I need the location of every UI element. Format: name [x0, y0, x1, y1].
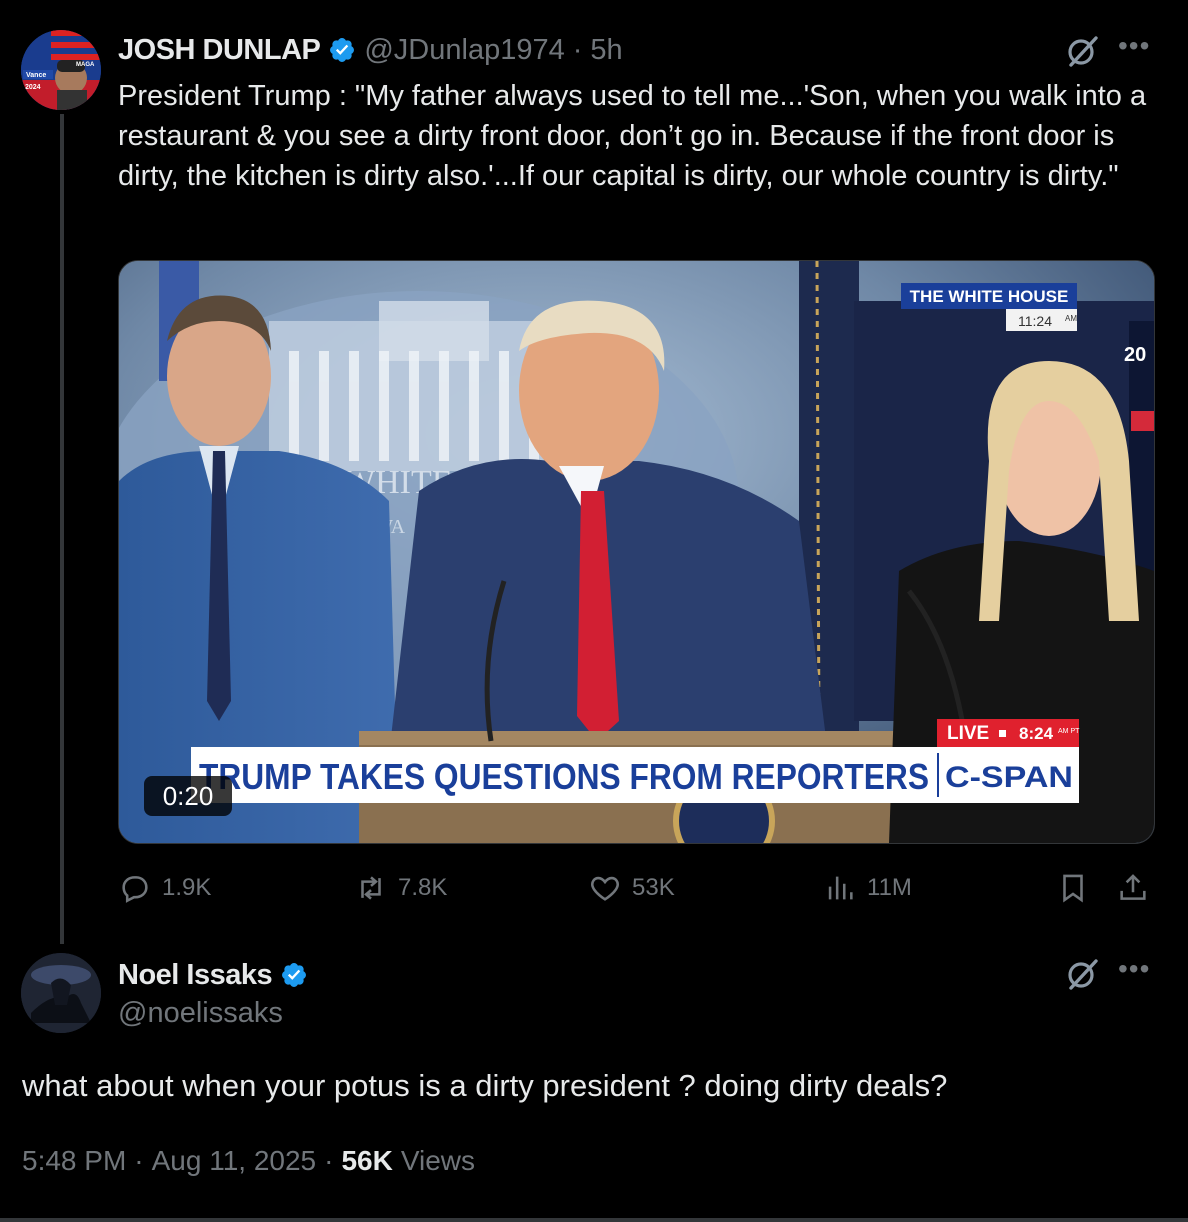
repost-button[interactable]: 7.8K — [354, 868, 447, 908]
avatar-text-vance: Vance — [26, 72, 46, 79]
avatar-image: Vance 2024 MAGA — [21, 30, 101, 110]
live-ampm: AM PT — [1058, 728, 1080, 735]
reply-meta: 5:48 PM · Aug 11, 2025 · 56K Views — [22, 1145, 475, 1177]
bookmark-button[interactable] — [1056, 868, 1090, 908]
reply-avatar[interactable] — [21, 953, 101, 1033]
views-button[interactable]: 11M — [823, 868, 912, 908]
video-duration: 0:20 — [144, 776, 232, 816]
verified-badge-icon[interactable] — [328, 36, 356, 64]
reply-count: 1.9K — [162, 874, 212, 901]
avatar-text-maga: MAGA — [76, 62, 95, 68]
video-frame: THE WHITE WA 20 THE WHI — [119, 261, 1154, 843]
verified-badge-icon[interactable] — [280, 961, 308, 989]
reply-icon — [122, 876, 148, 903]
divider — [0, 1218, 1188, 1222]
reply-button[interactable]: 1.9K — [118, 868, 211, 908]
lower-third-headline: TRUMP TAKES QUESTIONS FROM REPORTERS — [199, 756, 929, 797]
grok-icon[interactable] — [1063, 955, 1101, 993]
author-name[interactable]: JOSH DUNLAP — [118, 34, 321, 67]
avatar-text-2024: 2024 — [25, 84, 41, 91]
tweet-actions: 1.9K 7.8K 53K 11M — [118, 868, 1158, 908]
location-bug: THE WHITE HOUSE — [910, 287, 1069, 306]
network-logo: C-SPAN — [945, 761, 1073, 794]
live-time: 8:24 — [1019, 724, 1054, 743]
reply-header: Noel Issaks — [118, 955, 308, 995]
avatar[interactable]: Vance 2024 MAGA — [21, 30, 101, 110]
reply-avatar-image — [21, 953, 101, 1033]
author-handle[interactable]: @JDunlap1974 — [364, 34, 564, 67]
video-player[interactable]: THE WHITE WA 20 THE WHI — [118, 260, 1155, 844]
reply-author-name[interactable]: Noel Issaks — [118, 959, 273, 992]
views-icon — [828, 876, 853, 900]
reply-text: what about when your potus is a dirty pr… — [22, 1068, 948, 1103]
timestamp[interactable]: 5h — [590, 34, 622, 67]
share-icon — [1120, 874, 1146, 900]
reply-views-label: Views — [400, 1145, 476, 1176]
share-button[interactable] — [1116, 868, 1150, 908]
separator: · — [572, 33, 583, 66]
like-icon — [591, 876, 619, 901]
like-count: 53K — [632, 874, 675, 901]
tweet-header: JOSH DUNLAP @JDunlap1974 · 5h — [118, 28, 623, 72]
location-time: 11:24 — [1018, 313, 1052, 329]
reply-time[interactable]: 5:48 PM — [22, 1145, 126, 1177]
more-icon[interactable]: ••• — [1118, 953, 1150, 985]
more-icon[interactable]: ••• — [1118, 30, 1150, 62]
grok-icon[interactable] — [1063, 32, 1101, 70]
reply-author-handle[interactable]: @noelissaks — [118, 997, 283, 1030]
edge-text: 20 — [1124, 344, 1146, 366]
reply-views-count: 56K — [341, 1145, 393, 1176]
repost-count: 7.8K — [398, 874, 448, 901]
like-button[interactable]: 53K — [588, 868, 675, 908]
views-count: 11M — [867, 874, 912, 901]
live-label: LIVE — [947, 723, 989, 744]
separator: · — [134, 1145, 144, 1176]
tweet-text: President Trump : "My father always used… — [118, 80, 1147, 192]
thread-line — [60, 114, 64, 944]
reply-date[interactable]: Aug 11, 2025 — [152, 1145, 317, 1177]
bookmark-icon — [1063, 874, 1083, 903]
location-ampm: AM — [1065, 314, 1077, 323]
separator: · — [324, 1145, 334, 1176]
repost-icon — [361, 876, 381, 900]
